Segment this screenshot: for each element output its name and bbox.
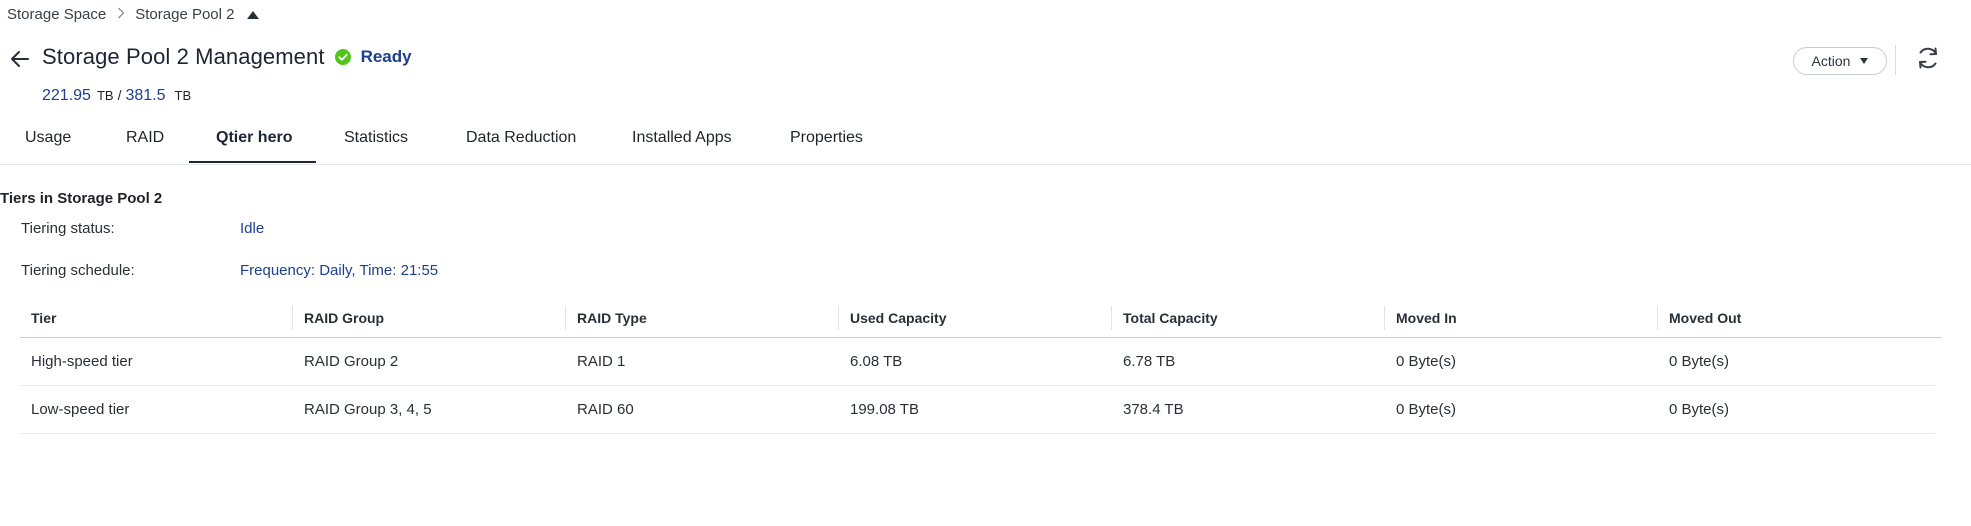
- tiers-table: Tier RAID Group RAID Type Used Capacity …: [20, 300, 1942, 434]
- caret-down-icon: [1860, 58, 1869, 64]
- caret-up-icon[interactable]: [246, 10, 259, 19]
- column-header-moved-out[interactable]: Moved Out: [1669, 310, 1741, 326]
- chevron-right-icon: [117, 6, 125, 23]
- tab-bar: Usage RAID Qtier hero Statistics Data Re…: [0, 123, 1971, 165]
- cell-tier: High-speed tier: [31, 353, 133, 370]
- tab-qtier-hero[interactable]: Qtier hero: [216, 129, 292, 147]
- toolbar-divider: [1895, 45, 1896, 75]
- capacity-used-unit: TB: [96, 88, 114, 103]
- active-tab-indicator: [189, 161, 316, 163]
- capacity-separator: /: [117, 87, 122, 103]
- cell-moved-in: 0 Byte(s): [1396, 401, 1457, 418]
- page-header: Storage Pool 2 Management Ready: [42, 44, 412, 70]
- column-header-total-capacity[interactable]: Total Capacity: [1123, 310, 1218, 326]
- column-divider[interactable]: [838, 306, 839, 330]
- tiering-schedule-value: Frequency: Daily, Time: 21:55: [240, 262, 439, 279]
- cell-moved-out: 0 Byte(s): [1669, 401, 1730, 418]
- column-header-used-capacity[interactable]: Used Capacity: [850, 310, 946, 326]
- page-title: Storage Pool 2 Management: [42, 44, 325, 69]
- cell-raid-type: RAID 1: [577, 353, 626, 370]
- column-divider[interactable]: [1657, 306, 1658, 330]
- tiering-status-label: Tiering status:: [21, 220, 115, 237]
- capacity-used: 221.95: [42, 87, 91, 104]
- tab-properties[interactable]: Properties: [790, 129, 863, 147]
- refresh-icon[interactable]: [1915, 45, 1941, 71]
- capacity-total: 381.5: [125, 87, 166, 104]
- capacity-total-unit: TB: [174, 88, 192, 103]
- tab-usage[interactable]: Usage: [25, 129, 71, 147]
- cell-total-capacity: 378.4 TB: [1123, 401, 1184, 418]
- tiering-status-value: Idle: [240, 220, 265, 237]
- cell-raid-type: RAID 60: [577, 401, 634, 418]
- breadcrumb-storage-space[interactable]: Storage Space: [7, 6, 106, 23]
- action-button-label: Action: [1811, 53, 1851, 69]
- cell-raid-group: RAID Group 3, 4, 5: [304, 401, 432, 418]
- cell-used-capacity: 6.08 TB: [850, 353, 903, 370]
- cell-total-capacity: 6.78 TB: [1123, 353, 1176, 370]
- status-badge: Ready: [360, 47, 412, 66]
- column-header-tier[interactable]: Tier: [31, 310, 56, 326]
- cell-used-capacity: 199.08 TB: [850, 401, 919, 418]
- capacity-summary: 221.95 TB / 381.5 TB: [42, 87, 191, 105]
- back-arrow-icon[interactable]: [10, 50, 30, 68]
- check-circle-icon: [334, 49, 351, 65]
- cell-moved-in: 0 Byte(s): [1396, 353, 1457, 370]
- table-header: Tier RAID Group RAID Type Used Capacity …: [20, 300, 1942, 338]
- column-divider[interactable]: [565, 306, 566, 330]
- action-button[interactable]: Action: [1793, 47, 1887, 75]
- table-row[interactable]: High-speed tier RAID Group 2 RAID 1 6.08…: [20, 338, 1935, 386]
- table-row[interactable]: Low-speed tier RAID Group 3, 4, 5 RAID 6…: [20, 386, 1935, 434]
- breadcrumb: Storage Space Storage Pool 2: [7, 6, 259, 23]
- cell-raid-group: RAID Group 2: [304, 353, 399, 370]
- tiering-schedule-label: Tiering schedule:: [21, 262, 135, 279]
- tab-data-reduction[interactable]: Data Reduction: [466, 129, 576, 147]
- tab-statistics[interactable]: Statistics: [344, 129, 408, 147]
- section-title: Tiers in Storage Pool 2: [0, 190, 163, 207]
- column-header-raid-group[interactable]: RAID Group: [304, 310, 384, 326]
- tab-installed-apps[interactable]: Installed Apps: [632, 129, 732, 147]
- column-divider[interactable]: [292, 306, 293, 330]
- cell-moved-out: 0 Byte(s): [1669, 353, 1730, 370]
- breadcrumb-storage-pool[interactable]: Storage Pool 2: [135, 6, 234, 23]
- column-header-moved-in[interactable]: Moved In: [1396, 310, 1457, 326]
- cell-tier: Low-speed tier: [31, 401, 130, 418]
- column-header-raid-type[interactable]: RAID Type: [577, 310, 647, 326]
- column-divider[interactable]: [1384, 306, 1385, 330]
- column-divider[interactable]: [1111, 306, 1112, 330]
- tab-raid[interactable]: RAID: [126, 129, 164, 147]
